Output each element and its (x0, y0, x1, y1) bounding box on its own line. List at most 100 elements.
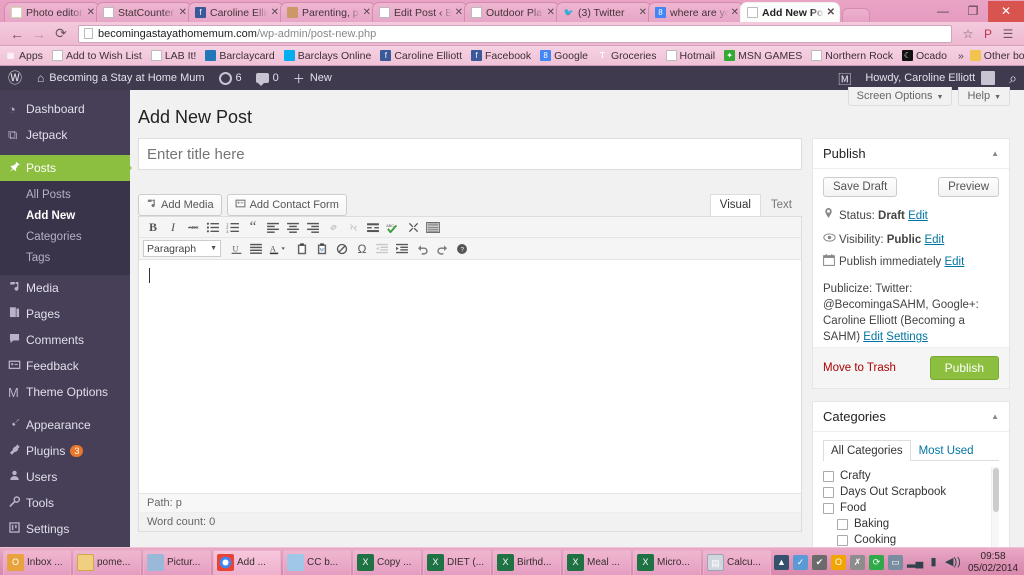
align-right-icon[interactable] (303, 218, 323, 237)
outdent-icon[interactable] (372, 239, 392, 258)
sidebar-item-jetpack[interactable]: ⧉ Jetpack (0, 122, 130, 148)
comments-link[interactable]: 0 (249, 66, 286, 90)
paste-as-text-icon[interactable] (292, 239, 312, 258)
category-item[interactable]: Cooking (823, 532, 999, 548)
browser-tab[interactable]: ◉ Photo editor | P ✕ (4, 2, 100, 22)
new-tab-button[interactable] (842, 8, 870, 22)
ordered-list-icon[interactable]: 123 (223, 218, 243, 237)
taskbar-item[interactable]: X DIET (... (423, 549, 491, 575)
tab-text[interactable]: Text (761, 194, 802, 216)
checkbox[interactable] (823, 486, 834, 498)
move-to-trash-link[interactable]: Move to Trash (823, 362, 896, 374)
paste-from-word-icon[interactable]: W (312, 239, 332, 258)
taskbar-item[interactable]: O Inbox ... (3, 549, 71, 575)
bookmark-item[interactable]: ☾ Ocado (902, 50, 947, 62)
browser-tab[interactable]: 8 where are you l ✕ (648, 2, 744, 22)
sidebar-item-feedback[interactable]: Feedback (0, 353, 130, 379)
align-left-icon[interactable] (263, 218, 283, 237)
forward-icon[interactable]: → (28, 26, 50, 42)
category-item[interactable]: Baking (823, 516, 999, 532)
close-icon[interactable]: ✕ (363, 7, 371, 18)
sidebar-subitem-categories[interactable]: Categories (0, 227, 130, 248)
close-icon[interactable]: ✕ (547, 7, 555, 18)
browser-tab[interactable]: Outdoor Play P ✕ (464, 2, 560, 22)
taskbar-item[interactable]: Pictur... (143, 549, 211, 575)
align-center-icon[interactable] (283, 218, 303, 237)
chevron-up-icon[interactable]: ▲ (991, 149, 999, 158)
post-content-editable[interactable] (139, 260, 801, 493)
help-button[interactable]: Help ▼ (958, 87, 1010, 106)
bookmark-item[interactable]: f Caroline Elliott (380, 50, 462, 62)
sidebar-item-media[interactable]: Media (0, 275, 130, 301)
overflow-chevron-icon[interactable]: » (958, 50, 964, 62)
indent-icon[interactable] (392, 239, 412, 258)
show-desktop-icon[interactable]: ▲ (774, 555, 789, 570)
redo-icon[interactable] (432, 239, 452, 258)
taskbar-item[interactable]: CC b... (283, 549, 351, 575)
taskbar-item[interactable]: pome... (73, 549, 141, 575)
network-icon[interactable]: ▂▄ (907, 555, 923, 570)
bookmark-item[interactable]: 8 Google (540, 50, 588, 62)
sidebar-item-posts[interactable]: Posts (0, 155, 132, 181)
taskbar-item[interactable]: X Micro... (633, 549, 701, 575)
edit-visibility-link[interactable]: Edit (924, 232, 944, 248)
text-color-icon[interactable]: A (266, 239, 292, 258)
close-icon[interactable]: ✕ (87, 7, 95, 18)
categories-metabox-header[interactable]: Categories ▲ (813, 402, 1009, 432)
tab-visual[interactable]: Visual (709, 194, 761, 216)
browser-tab-active[interactable]: Add New Post ✕ (740, 2, 840, 22)
page-info-icon[interactable] (84, 28, 93, 39)
fullscreen-icon[interactable] (403, 218, 423, 237)
format-select[interactable]: Paragraph ▼ (143, 240, 221, 257)
sidebar-subitem-all-posts[interactable]: All Posts (0, 185, 130, 206)
bookmark-item[interactable]: Barclays Online (283, 50, 371, 62)
close-icon[interactable]: ✕ (731, 7, 739, 18)
sidebar-item-pages[interactable]: Pages (0, 301, 130, 327)
scrollbar-thumb[interactable] (993, 468, 999, 512)
underline-icon[interactable]: U (226, 239, 246, 258)
close-window-button[interactable]: ✕ (988, 0, 1024, 22)
remove-formatting-icon[interactable] (332, 239, 352, 258)
address-bar[interactable]: becomingastayathomemum.com/wp-admin/post… (78, 24, 952, 43)
help-icon[interactable]: ? (452, 239, 472, 258)
unordered-list-icon[interactable] (203, 218, 223, 237)
sidebar-item-dashboard[interactable]: ◔ Dashboard (0, 96, 130, 122)
pinterest-icon[interactable]: P (978, 27, 998, 41)
minimize-button[interactable]: — (928, 1, 958, 22)
align-justify-icon[interactable] (246, 239, 266, 258)
strikethrough-icon[interactable]: ABC (183, 218, 203, 237)
taskbar-item-active[interactable]: Add ... (213, 549, 281, 575)
chevron-up-icon[interactable]: ▲ (991, 412, 999, 421)
tab-most-used[interactable]: Most Used (911, 440, 982, 461)
spellcheck-icon[interactable]: ABC (383, 218, 403, 237)
add-media-button[interactable]: Add Media (138, 194, 222, 216)
new-content-link[interactable]: ＋ New (286, 66, 339, 90)
publicize-edit-link[interactable]: Edit (863, 331, 883, 343)
screen-options-button[interactable]: Screen Options ▼ (847, 87, 953, 106)
site-name-link[interactable]: ⌂ Becoming a Stay at Home Mum (30, 66, 212, 90)
battery-icon[interactable]: ▮ (926, 555, 941, 570)
close-icon[interactable]: ✕ (179, 7, 187, 18)
sidebar-item-comments[interactable]: Comments (0, 327, 130, 353)
checkbox[interactable] (823, 470, 834, 482)
refresh-icon[interactable]: ⟳ (869, 555, 884, 570)
bookmark-star-icon[interactable]: ☆ (958, 27, 978, 41)
browser-tab[interactable]: Edit Post ‹ Beco ✕ (372, 2, 468, 22)
publish-metabox-header[interactable]: Publish ▲ (813, 139, 1009, 169)
italic-icon[interactable]: I (163, 218, 183, 237)
sidebar-item-plugins[interactable]: Plugins 3 (0, 438, 130, 464)
special-character-icon[interactable]: Ω (352, 239, 372, 258)
sidebar-subitem-add-new[interactable]: Add New (0, 206, 130, 227)
checkbox[interactable] (837, 518, 848, 530)
sync-icon[interactable]: ✓ (793, 555, 808, 570)
close-icon[interactable]: ✕ (455, 7, 463, 18)
bookmark-item[interactable]: Northern Rock (811, 50, 893, 62)
browser-menu-icon[interactable]: ☰ (998, 27, 1018, 41)
undo-icon[interactable] (412, 239, 432, 258)
bookmark-item[interactable]: ✦ MSN GAMES (724, 50, 802, 62)
bookmark-item[interactable]: Add to Wish List (51, 50, 142, 62)
sidebar-subitem-tags[interactable]: Tags (0, 248, 130, 269)
close-icon[interactable]: ✕ (271, 7, 279, 18)
close-icon[interactable]: ✕ (639, 7, 647, 18)
unlink-icon[interactable] (343, 218, 363, 237)
